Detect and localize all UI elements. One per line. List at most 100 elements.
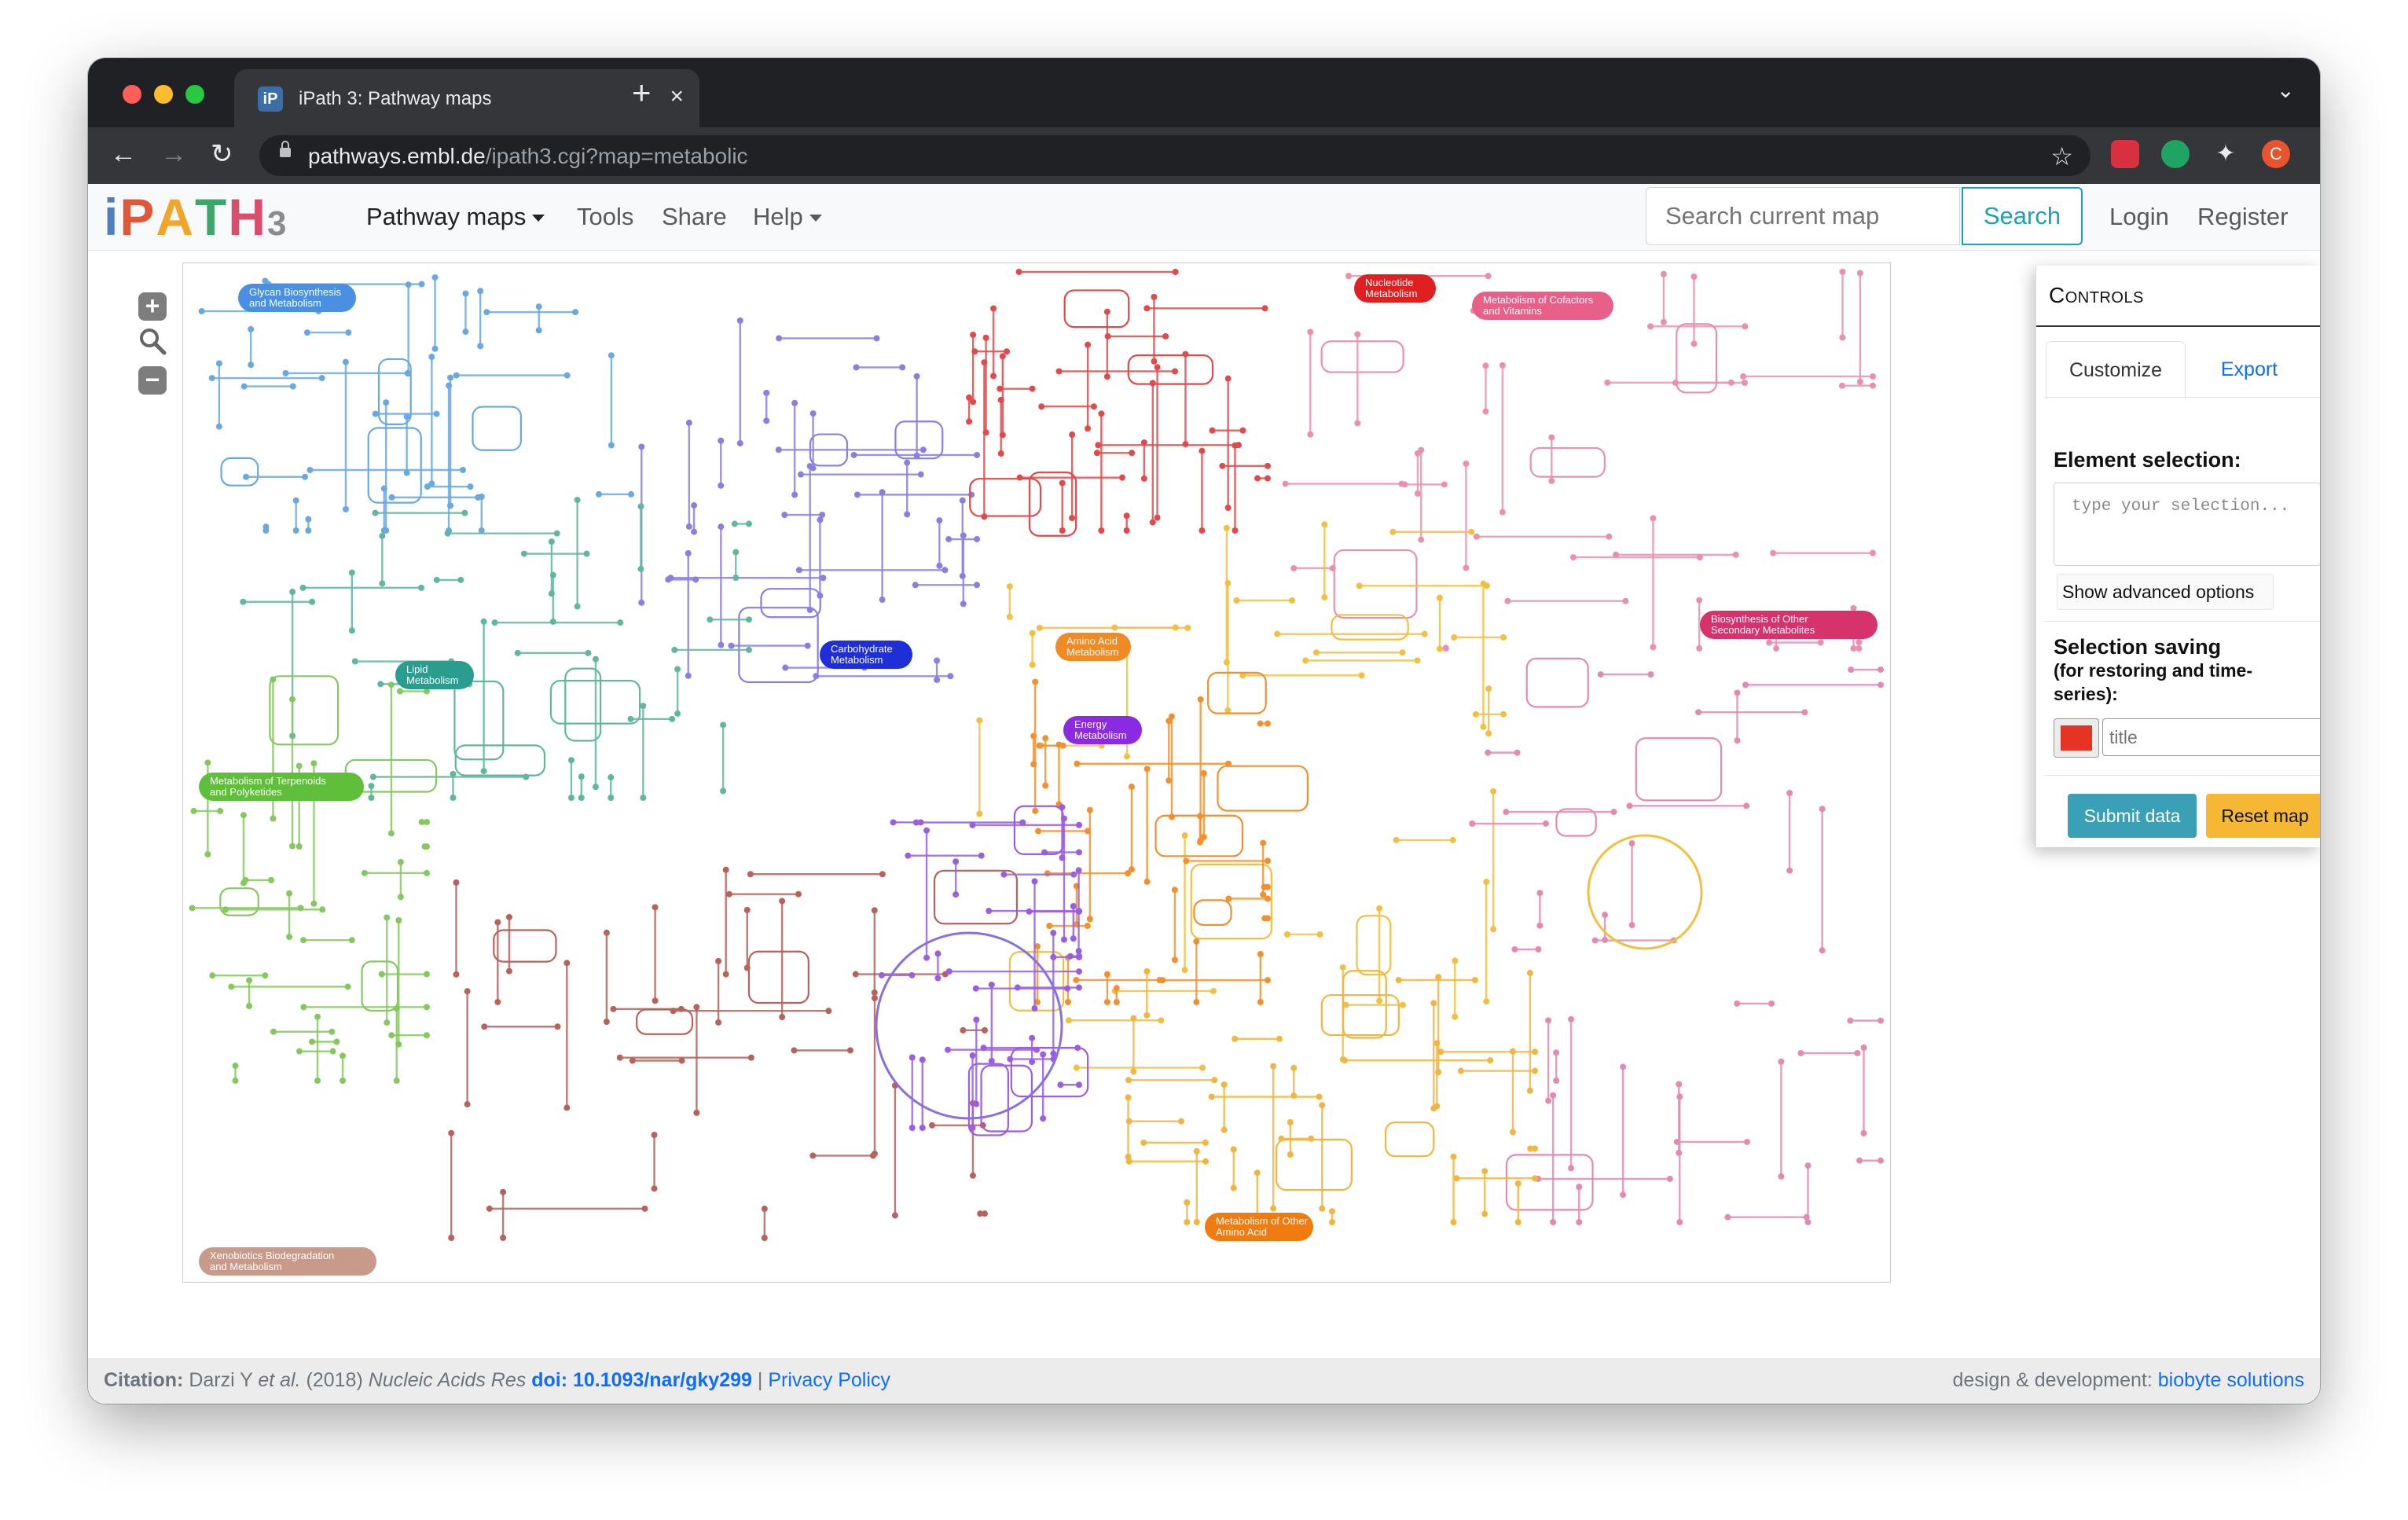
zoom-in-button[interactable]: + xyxy=(138,292,167,321)
back-icon[interactable]: ← xyxy=(110,138,137,170)
forward-icon[interactable]: → xyxy=(160,138,187,170)
color-picker[interactable] xyxy=(2054,718,2099,758)
extensions-puzzle-icon[interactable]: ✦ xyxy=(2212,140,2240,168)
bookmark-star-icon[interactable]: ☆ xyxy=(2050,141,2073,171)
credit-label: design & development: xyxy=(1952,1369,2153,1391)
new-tab-button[interactable]: + xyxy=(632,76,652,109)
map-category-label[interactable]: Amino AcidMetabolism xyxy=(1055,633,1131,661)
zoom-out-button[interactable]: − xyxy=(138,366,167,395)
nav-help[interactable]: Help xyxy=(753,203,822,231)
map-category-label[interactable]: NucleotideMetabolism xyxy=(1354,274,1436,303)
citation-year: (2018) xyxy=(306,1369,363,1391)
tab-title: iPath 3: Pathway maps xyxy=(299,88,492,109)
submit-data-button[interactable]: Submit data xyxy=(2068,794,2197,838)
pathway-map[interactable]: Glycan Biosynthesis and Metabolism Nucleot… xyxy=(182,263,1891,1283)
nav-tools[interactable]: Tools xyxy=(577,203,633,231)
svg-text:Lipid: Lipid xyxy=(406,663,428,675)
credits: design & development: biobyte solutions xyxy=(1952,1369,2304,1392)
map-category-label[interactable]: Metabolism of OtherAmino Acid xyxy=(1205,1213,1313,1241)
lock-icon xyxy=(280,141,291,157)
close-window-button[interactable] xyxy=(123,85,141,104)
svg-text:Carbohydrate: Carbohydrate xyxy=(831,643,893,655)
controls-panel: Controls Customize Export Element select… xyxy=(2035,266,2320,847)
browser-menu-icon[interactable]: ⋮ xyxy=(2309,138,2320,170)
svg-text:and Metabolism: and Metabolism xyxy=(249,297,321,309)
url-host: pathways.embl.de xyxy=(308,144,486,168)
url-text: pathways.embl.de/ipath3.cgi?map=metaboli… xyxy=(308,144,748,169)
nav-share[interactable]: Share xyxy=(662,203,727,231)
svg-text:Xenobiotics Biodegradation: Xenobiotics Biodegradation xyxy=(210,1250,334,1261)
map-category-label[interactable]: Metabolism of Terpenoidsand Polyketides xyxy=(199,773,364,801)
selection-title-input[interactable] xyxy=(2102,718,2320,756)
search-map-input[interactable] xyxy=(1646,187,1960,245)
svg-text:Metabolism: Metabolism xyxy=(406,674,458,686)
reload-icon[interactable]: ↻ xyxy=(211,138,233,170)
svg-text:and Polyketides: and Polyketides xyxy=(210,786,282,798)
footer-separator: | xyxy=(757,1369,763,1391)
site-navbar: iPATH3 Pathway maps Tools Share Help Sea… xyxy=(88,184,2320,251)
profile-avatar[interactable]: C xyxy=(2262,140,2290,168)
tabs-divider xyxy=(2044,397,2320,398)
svg-text:Metabolism of Cofactors: Metabolism of Cofactors xyxy=(1483,294,1594,306)
divider xyxy=(2044,775,2320,776)
svg-text:Metabolism: Metabolism xyxy=(1365,288,1417,299)
login-link[interactable]: Login xyxy=(2109,203,2169,231)
map-category-label[interactable]: CarbohydrateMetabolism xyxy=(820,641,912,669)
browser-toolbar: ← → ↻ pathways.embl.de/ipath3.cgi?map=me… xyxy=(88,127,2320,184)
nav-pathway-maps[interactable]: Pathway maps xyxy=(366,203,545,231)
map-category-label[interactable]: Metabolism of Cofactorsand Vitamins xyxy=(1472,292,1613,320)
controls-title: Controls xyxy=(2049,283,2144,307)
tab-customize[interactable]: Customize xyxy=(2046,341,2186,399)
tab-close-icon[interactable]: × xyxy=(670,83,684,110)
svg-text:Metabolism of Terpenoids: Metabolism of Terpenoids xyxy=(210,775,326,787)
selection-saving-sublabel: (for restoring and time-series): xyxy=(2054,660,2253,704)
color-swatch xyxy=(2061,725,2092,751)
doi-link[interactable]: doi: 10.1093/nar/gky299 xyxy=(531,1369,752,1391)
register-link[interactable]: Register xyxy=(2197,203,2288,231)
controls-title-divider xyxy=(2036,325,2320,327)
citation: Citation: Darzi Y et al. (2018) Nucleic … xyxy=(104,1369,890,1392)
privacy-policy-link[interactable]: Privacy Policy xyxy=(768,1369,890,1391)
map-category-label[interactable]: EnergyMetabolism xyxy=(1063,716,1142,744)
svg-text:Secondary Metabolites: Secondary Metabolites xyxy=(1711,624,1815,636)
biobyte-link[interactable]: biobyte solutions xyxy=(2158,1369,2304,1391)
reset-map-button[interactable]: Reset map xyxy=(2206,794,2320,838)
citation-label: Citation: xyxy=(104,1369,184,1391)
map-category-label[interactable]: LipidMetabolism xyxy=(395,661,474,689)
tab-list-icon[interactable]: ⌄ xyxy=(2277,77,2295,103)
citation-etal: et al. xyxy=(258,1369,301,1391)
browser-window: iP iPath 3: Pathway maps × + ⌄ ← → ↻ pat… xyxy=(88,58,2320,1404)
browser-tab[interactable]: iP iPath 3: Pathway maps × xyxy=(234,69,699,127)
svg-text:Glycan Biosynthesis: Glycan Biosynthesis xyxy=(249,286,342,298)
nav-help-label: Help xyxy=(753,203,803,230)
ipath-logo[interactable]: iPATH3 xyxy=(104,189,288,252)
map-category-label[interactable]: Glycan Biosynthesisand Metabolism xyxy=(238,284,356,312)
url-path: /ipath3.cgi?map=metabolic xyxy=(485,144,748,168)
divider xyxy=(2044,621,2320,622)
map-category-label[interactable]: Biosynthesis of OtherSecondary Metabolit… xyxy=(1700,611,1878,639)
svg-text:Nucleotide: Nucleotide xyxy=(1365,277,1413,288)
metabolic-map-svg[interactable]: Glycan Biosynthesisand Metabolism Nucleot… xyxy=(183,263,1890,1282)
extension-icon[interactable] xyxy=(2111,140,2139,168)
svg-text:Amino Acid: Amino Acid xyxy=(1066,635,1118,647)
citation-authors: Darzi Y xyxy=(189,1369,253,1391)
search-button[interactable]: Search xyxy=(1962,187,2083,245)
grammarly-icon[interactable] xyxy=(2161,140,2190,168)
svg-text:Metabolism: Metabolism xyxy=(1074,729,1126,741)
maximize-window-button[interactable] xyxy=(185,85,204,104)
show-advanced-options-button[interactable]: Show advanced options xyxy=(2057,574,2274,610)
map-category-label[interactable]: Xenobiotics Biodegradationand Metabolism xyxy=(199,1247,376,1276)
svg-text:and Vitamins: and Vitamins xyxy=(1483,305,1542,317)
page-footer: Citation: Darzi Y et al. (2018) Nucleic … xyxy=(88,1358,2320,1404)
favicon-icon: iP xyxy=(258,86,283,112)
minimize-window-button[interactable] xyxy=(154,85,173,104)
element-selection-textarea[interactable]: type your selection... xyxy=(2054,483,2320,566)
svg-text:Metabolism: Metabolism xyxy=(831,654,883,666)
tab-export[interactable]: Export xyxy=(2190,341,2308,398)
citation-journal: Nucleic Acids Res xyxy=(368,1369,527,1391)
svg-text:Metabolism: Metabolism xyxy=(1066,646,1118,658)
element-selection-label: Element selection: xyxy=(2054,448,2241,472)
zoom-fit-search-icon[interactable] xyxy=(138,327,167,355)
address-bar[interactable]: pathways.embl.de/ipath3.cgi?map=metaboli… xyxy=(259,135,2090,176)
svg-text:Biosynthesis of Other: Biosynthesis of Other xyxy=(1711,613,1808,625)
